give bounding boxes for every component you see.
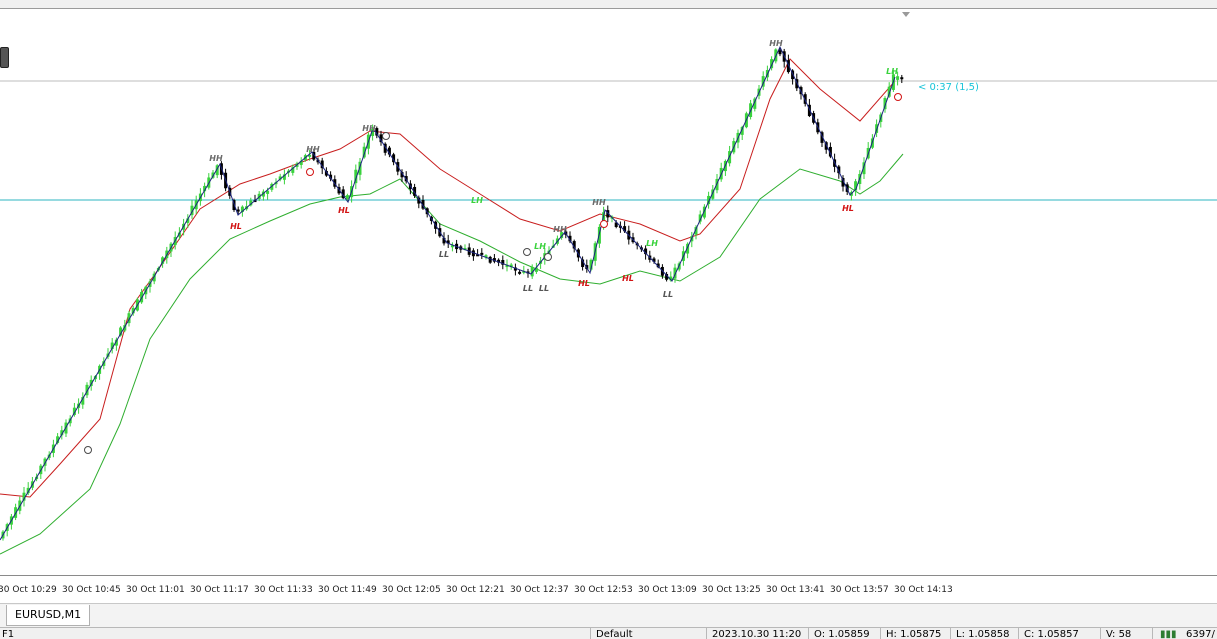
toolbar-strip [0, 0, 1217, 9]
upper-band-line [0, 58, 896, 498]
bear-candle [900, 77, 904, 80]
swing-label-hh: HH [209, 154, 223, 163]
time-axis-label: 30 Oct 13:25 [702, 585, 761, 595]
status-divider [706, 628, 707, 639]
bar-countdown-label: < 0:37 (1,5) [918, 82, 979, 93]
swing-label-ll: LL [662, 290, 674, 299]
bull-candle [896, 76, 900, 80]
status-divider [1152, 628, 1153, 639]
price-chart[interactable]: HH HL HH HL HH LL LH LL LL LH HH HL HH HL LH LL HH HL LH [0, 9, 1217, 576]
bear-candle [778, 50, 782, 55]
status-divider [880, 628, 881, 639]
time-axis-label: 30 Oct 11:49 [318, 585, 377, 595]
status-divider [950, 628, 951, 639]
time-axis-label: 30 Oct 13:09 [638, 585, 697, 595]
swing-label-hh: HH [592, 198, 606, 207]
bear-candle [518, 271, 522, 274]
swing-label-lh: LH [646, 239, 658, 248]
swing-circle-marker [306, 168, 314, 176]
swing-circle-marker [894, 93, 902, 101]
bull-candle [345, 195, 349, 199]
zigzag-line [0, 45, 896, 541]
swing-label-lh: LH [471, 196, 483, 205]
swing-label-hl: HL [338, 206, 350, 215]
time-axis-label: 30 Oct 12:21 [446, 585, 505, 595]
time-axis-label: 30 Oct 11:17 [190, 585, 249, 595]
time-axis-label: 30 Oct 10:29 [0, 585, 57, 595]
chart-canvas[interactable] [0, 9, 1217, 575]
swing-circle-marker [600, 220, 608, 228]
status-divider [808, 628, 809, 639]
shift-marker-icon [902, 12, 910, 17]
swing-label-hl: HL [578, 279, 590, 288]
swing-label-hl: HL [230, 222, 242, 231]
status-divider [590, 628, 591, 639]
time-axis-label: 30 Oct 12:37 [510, 585, 569, 595]
status-divider [1100, 628, 1101, 639]
time-axis-label: 30 Oct 13:41 [766, 585, 825, 595]
swing-label-ll: LL [522, 284, 534, 293]
swing-label-hl: HL [842, 204, 854, 213]
time-axis-label: 30 Oct 10:45 [62, 585, 121, 595]
swing-label-ll: LL [438, 250, 450, 259]
chart-tab-bar: EURUSD,M1 [0, 603, 1217, 628]
swing-label-lh: LH [886, 67, 898, 76]
swing-circle-marker [84, 446, 92, 454]
time-axis-label: 30 Oct 14:13 [894, 585, 953, 595]
swing-label-hh: HH [306, 145, 320, 154]
swing-label-lh: LH [534, 242, 546, 251]
time-axis-label: 30 Oct 12:53 [574, 585, 633, 595]
chart-scroll-handle[interactable] [0, 47, 9, 68]
time-axis-label: 30 Oct 13:57 [830, 585, 889, 595]
swing-label-ll: LL [538, 284, 550, 293]
status-bar: F1 Default 2023.10.30 11:20 O: 1.05859 H… [0, 627, 1217, 639]
bear-candle [480, 252, 484, 255]
time-axis-label: 30 Oct 11:33 [254, 585, 313, 595]
swing-circle-marker [544, 253, 552, 261]
swing-circle-marker [523, 248, 531, 256]
swing-circle-marker [382, 132, 390, 140]
swing-label-hh: HH [362, 124, 376, 133]
time-axis-label: 30 Oct 11:01 [126, 585, 185, 595]
swing-label-hh: HH [553, 225, 567, 234]
swing-label-hh: HH [769, 39, 783, 48]
time-axis: 30 Oct 10:29 30 Oct 10:45 30 Oct 11:01 30 O… [0, 576, 1217, 603]
chart-tab-eurusd[interactable]: EURUSD,M1 [6, 605, 91, 626]
swing-label-hl: HL [622, 274, 634, 283]
time-axis-label: 30 Oct 12:05 [382, 585, 441, 595]
status-divider [1018, 628, 1019, 639]
lower-band-line [0, 153, 904, 555]
